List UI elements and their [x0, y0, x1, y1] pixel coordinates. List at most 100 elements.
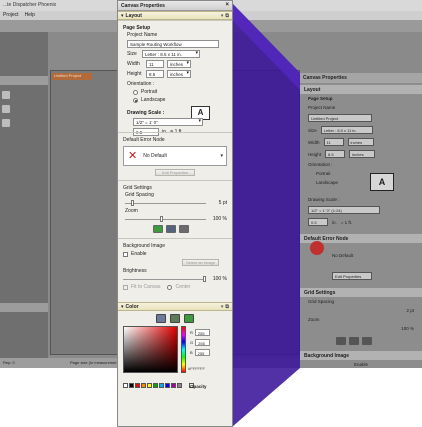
zoom-width: 11	[323, 138, 344, 146]
portrait-radio[interactable]	[133, 89, 138, 95]
saturation-field[interactable]	[123, 326, 178, 373]
g-input[interactable]: 255	[195, 339, 211, 346]
status-left: Rep: 0	[3, 360, 15, 365]
menu-project[interactable]: Project	[3, 12, 19, 19]
grid-spacing-slider[interactable]	[125, 200, 206, 206]
project-name-label: Project Name	[127, 32, 158, 38]
show-grid-icon[interactable]	[153, 225, 163, 233]
color-swatch[interactable]	[153, 383, 158, 388]
zoom-edit-properties: Edit Properties	[332, 272, 372, 280]
color-swatch[interactable]	[129, 383, 134, 388]
rgb-inputs: R 255 G 255 B 255	[190, 329, 211, 359]
color-picker: R 255 G 255 B 255 #FFFFFF	[118, 326, 232, 382]
brightness-slider[interactable]	[123, 276, 206, 282]
minimize-icon[interactable]: ▾	[221, 13, 224, 19]
popout-icon[interactable]: ⧉	[225, 304, 229, 310]
section-controls: ▾ ⧉	[221, 13, 229, 19]
height-input[interactable]: 8.5	[146, 70, 164, 78]
portrait-label: Portrait	[141, 89, 158, 95]
height-unit-select[interactable]: inches	[167, 70, 191, 78]
r-input[interactable]: 255	[194, 329, 210, 336]
zoom-zoom-value: 100 %	[401, 326, 414, 331]
color-swatches: Opacity	[118, 383, 232, 389]
snap-grid-icon[interactable]	[166, 225, 176, 233]
background-image-group: Background Image Enable Select an Image …	[118, 238, 232, 302]
error-node-select[interactable]: ✕ No Default ▾	[123, 146, 227, 166]
color-swatch[interactable]	[123, 383, 128, 388]
fit-to-canvas-checkbox[interactable]	[123, 284, 128, 290]
select-image-button[interactable]: Select an Image	[182, 259, 219, 266]
no-default-x-icon: ✕	[128, 149, 138, 162]
page-setup-heading: Page Setup	[123, 25, 151, 31]
zoom-height-unit: inches	[349, 150, 376, 158]
menu-help[interactable]: Help	[25, 12, 35, 19]
zoom-value: 100 %	[212, 216, 227, 222]
color-swatch[interactable]	[147, 383, 152, 388]
edit-properties-button[interactable]: Edit Properties	[155, 169, 195, 176]
landscape-radio[interactable]	[133, 97, 138, 103]
left-tool-panel	[0, 32, 48, 358]
project-name-input[interactable]: Sample Routing Workflow	[127, 40, 219, 48]
width-input[interactable]: 11	[146, 60, 164, 68]
enable-background-label: Enable	[131, 251, 147, 257]
layout-section-header[interactable]: ▾ Layout ▾ ⧉	[118, 11, 232, 20]
color-swatch[interactable]	[177, 383, 182, 388]
align-grid-icon[interactable]	[179, 225, 189, 233]
fit-to-canvas-label: Fit to Canvas	[131, 284, 161, 290]
error-node-value: No Default	[143, 153, 167, 159]
drawing-scale-select[interactable]: 1/2" = 1' 0"	[133, 118, 203, 126]
zoom-title: Canvas Properties	[300, 73, 422, 83]
color-section-header[interactable]: ▾ Color ▾ ⧉	[118, 302, 232, 311]
zoom-slider[interactable]	[125, 216, 206, 222]
line-color-icon[interactable]	[170, 314, 180, 323]
zoom-thumb[interactable]	[160, 216, 164, 222]
tool-icon[interactable]	[2, 119, 10, 127]
zoom-height: 8.5	[325, 150, 346, 158]
color-swatch[interactable]	[135, 383, 140, 388]
text-color-icon[interactable]	[184, 314, 194, 323]
drawing-scale-label: Drawing Scale :	[127, 110, 165, 116]
zoom-grid-spacing-value: 2 pt	[406, 308, 414, 313]
opacity-label: Opacity	[189, 383, 207, 389]
zoom-label: Zoom	[125, 208, 138, 214]
size-select[interactable]: Letter : 8.5 x 11 in.	[142, 50, 200, 58]
b-input[interactable]: 255	[194, 349, 210, 356]
width-unit-select[interactable]: inches	[167, 60, 191, 68]
tool-icon[interactable]	[2, 105, 10, 113]
canvas-properties-panel: Canvas Properties × ▾ Layout ▾ ⧉ Page Set…	[117, 0, 233, 427]
color-swatch[interactable]	[165, 383, 170, 388]
zoom-width-label: Width	[308, 139, 320, 145]
enable-background-checkbox[interactable]	[123, 251, 128, 257]
height-label: Height	[127, 71, 142, 77]
zoom-page-setup: Page Setup	[308, 96, 333, 101]
hex-value[interactable]: #FFFFFF	[188, 366, 205, 371]
brightness-thumb[interactable]	[203, 276, 206, 282]
collapse-icon: ▾	[121, 12, 124, 19]
popout-icon[interactable]: ⧉	[225, 13, 229, 19]
zoom-orientation-label: Orientation :	[308, 162, 333, 167]
g-label: G	[190, 340, 194, 345]
panel-title-bar: Canvas Properties ×	[118, 1, 232, 11]
zoom-grid-icons	[300, 333, 422, 349]
minimize-icon[interactable]: ▾	[221, 304, 224, 310]
center-radio[interactable]	[167, 284, 173, 290]
zoom-width-unit: inches	[347, 138, 374, 146]
color-swatch[interactable]	[141, 383, 146, 388]
zoom-landscape: Landscape	[316, 180, 339, 185]
color-swatch[interactable]	[159, 383, 164, 388]
zoom-error-value: No Default	[332, 253, 354, 258]
tool-icon[interactable]	[2, 91, 10, 99]
grid-settings-group: Grid Settings Grid Spacing 5 pt Zoom 100…	[118, 180, 232, 238]
b-label: B	[190, 350, 193, 355]
grid-spacing-thumb[interactable]	[131, 200, 135, 206]
zoom-bg-section: Background Image	[300, 351, 422, 360]
fill-color-icon[interactable]	[156, 314, 166, 323]
hue-slider[interactable]	[181, 326, 186, 373]
zoom-project-name: Untitled Project	[308, 114, 372, 122]
close-icon[interactable]: ×	[225, 2, 229, 8]
r-label: R	[190, 330, 193, 335]
canvas-tab[interactable]: Untitled Project	[52, 73, 92, 80]
color-swatch[interactable]	[171, 383, 176, 388]
section-controls: ▾ ⧉	[221, 304, 229, 310]
zoom-scale-ft: = 1 ft.	[340, 219, 353, 225]
